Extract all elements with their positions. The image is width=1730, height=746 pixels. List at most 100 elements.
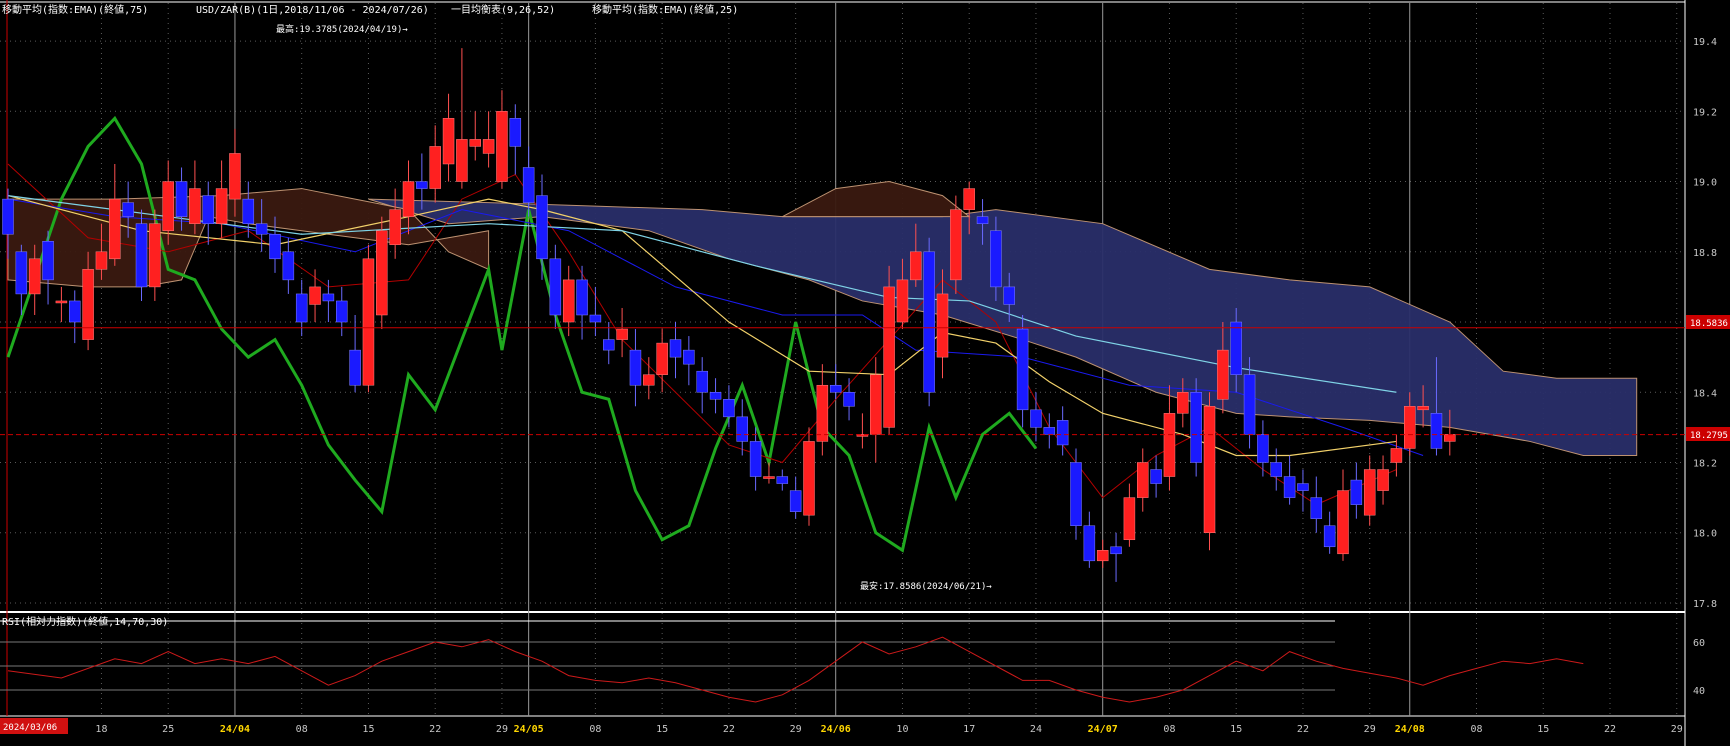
candle-bearish: [1310, 497, 1323, 519]
candle-bearish: [242, 198, 255, 224]
price-tick-label: 18.0: [1693, 529, 1717, 540]
candle-bullish: [562, 279, 575, 323]
candle-bearish: [269, 233, 281, 260]
price-tick-label: 18.2: [1693, 459, 1717, 470]
candle-bullish: [389, 209, 401, 246]
date-tick-label: 08: [589, 724, 601, 735]
candle-bullish: [656, 342, 668, 375]
ichimoku-legend: 一目均衡表(9,26,52): [451, 3, 555, 16]
date-tick-label: 22: [1604, 724, 1616, 735]
candle-bullish: [95, 251, 108, 270]
candle-bearish: [749, 441, 762, 477]
candle-bearish: [976, 216, 989, 224]
rsi-tick-label: 60: [1693, 638, 1705, 649]
date-tick-label: 24/07: [1088, 724, 1118, 735]
candle-bullish: [1137, 462, 1149, 498]
candle-bearish: [322, 293, 335, 302]
date-tick-label: 08: [296, 724, 308, 735]
price-tick-label: 18.4: [1693, 388, 1717, 399]
candle-bearish: [1243, 374, 1256, 435]
candle-bearish: [349, 349, 361, 386]
candle-bullish: [963, 188, 975, 210]
candle-bullish: [1377, 469, 1389, 491]
candle-bearish: [1297, 483, 1309, 491]
candle-bearish: [295, 293, 308, 323]
candle-bearish: [709, 392, 722, 400]
candle-bearish: [536, 195, 548, 260]
price-chart: 17.8 18.0 18.2 18.4 18.8 19.0 19.2 19.4 18 25 24/0…: [0, 0, 1730, 746]
candle-bearish: [1150, 469, 1162, 484]
candle-bearish: [69, 300, 81, 323]
candle-bullish: [376, 230, 388, 316]
candle-bullish: [456, 139, 468, 182]
candle-bullish: [28, 258, 41, 295]
candle-bearish: [1323, 525, 1336, 548]
date-tick-label: 15: [656, 724, 668, 735]
candle-bearish: [589, 314, 602, 323]
candle-bearish: [1230, 321, 1242, 375]
candle-bullish: [1217, 349, 1229, 400]
candle-bullish: [1390, 448, 1403, 463]
candle-bearish: [255, 223, 268, 235]
date-tick-label: 18: [95, 724, 107, 735]
candle-bearish: [336, 300, 348, 323]
candle-bullish: [149, 223, 161, 288]
rsi-tick-label: 40: [1693, 686, 1705, 697]
candle-bearish: [1257, 434, 1269, 463]
date-tick-label: 22: [429, 724, 441, 735]
candle-bearish: [1083, 525, 1096, 562]
candle-bearish: [843, 392, 855, 407]
candle-bearish: [696, 370, 708, 393]
candle-bullish: [1123, 497, 1136, 541]
candle-bullish: [803, 441, 815, 516]
candle-bearish: [669, 339, 682, 358]
candle-bullish: [896, 279, 909, 323]
candle-bullish: [1417, 406, 1429, 411]
ema25-legend: 移動平均(指数:EMA)(終値,25): [592, 3, 738, 16]
candle-bullish: [950, 209, 962, 281]
date-tick-label: 29: [1671, 724, 1683, 735]
candle-bullish: [643, 374, 655, 386]
date-tick-label: 24/06: [821, 724, 851, 735]
price-tick-label: 19.0: [1693, 178, 1717, 189]
candle-bullish: [469, 139, 481, 147]
candle-bearish: [42, 241, 54, 281]
date-tick-label: 24/05: [514, 724, 544, 735]
candle-bearish: [723, 399, 735, 418]
rsi-line: [7, 636, 1584, 703]
ema75-legend: 移動平均(指数:EMA)(終値,75): [2, 3, 148, 16]
candle-bullish: [442, 118, 455, 165]
candle-bearish: [736, 416, 748, 442]
candle-bearish: [202, 195, 214, 224]
candle-bearish: [122, 202, 134, 217]
price-tick-label: 19.4: [1693, 37, 1717, 48]
date-tick-label: 22: [1297, 724, 1309, 735]
candle-bearish: [1190, 392, 1202, 463]
date-tick-label: 29: [496, 724, 508, 735]
chart-window: 17.8 18.0 18.2 18.4 18.8 19.0 19.2 19.4 18 25 24/0…: [0, 0, 1730, 746]
candle-bearish: [509, 118, 522, 147]
date-tick-label: 15: [1230, 724, 1242, 735]
candle-bullish: [429, 146, 441, 189]
cloud-bullish-region-2: [782, 181, 971, 218]
candle-bullish: [763, 476, 775, 479]
candle-bullish: [189, 188, 201, 224]
candle-bullish: [616, 328, 628, 340]
date-tick-label: 17: [963, 724, 975, 735]
candle-bearish: [175, 181, 188, 217]
candle-bullish: [1444, 434, 1456, 442]
candle-bullish: [496, 111, 508, 182]
candle-bullish: [55, 300, 68, 304]
price-tick-label: 17.8: [1693, 599, 1717, 610]
candle-bullish: [1337, 490, 1349, 555]
candle-bearish: [1070, 462, 1082, 526]
candle-bullish: [82, 269, 94, 340]
candle-bearish: [629, 349, 642, 386]
candle-bullish: [482, 139, 495, 154]
symbol-title: USD/ZAR(B)(1日,2018/11/06 - 2024/07/26): [196, 5, 429, 16]
candle-bearish: [416, 181, 428, 189]
candle-bearish: [1030, 409, 1042, 428]
date-tick-label: 08: [1163, 724, 1175, 735]
candle-bearish: [2, 198, 14, 235]
candle-bearish: [789, 490, 802, 512]
